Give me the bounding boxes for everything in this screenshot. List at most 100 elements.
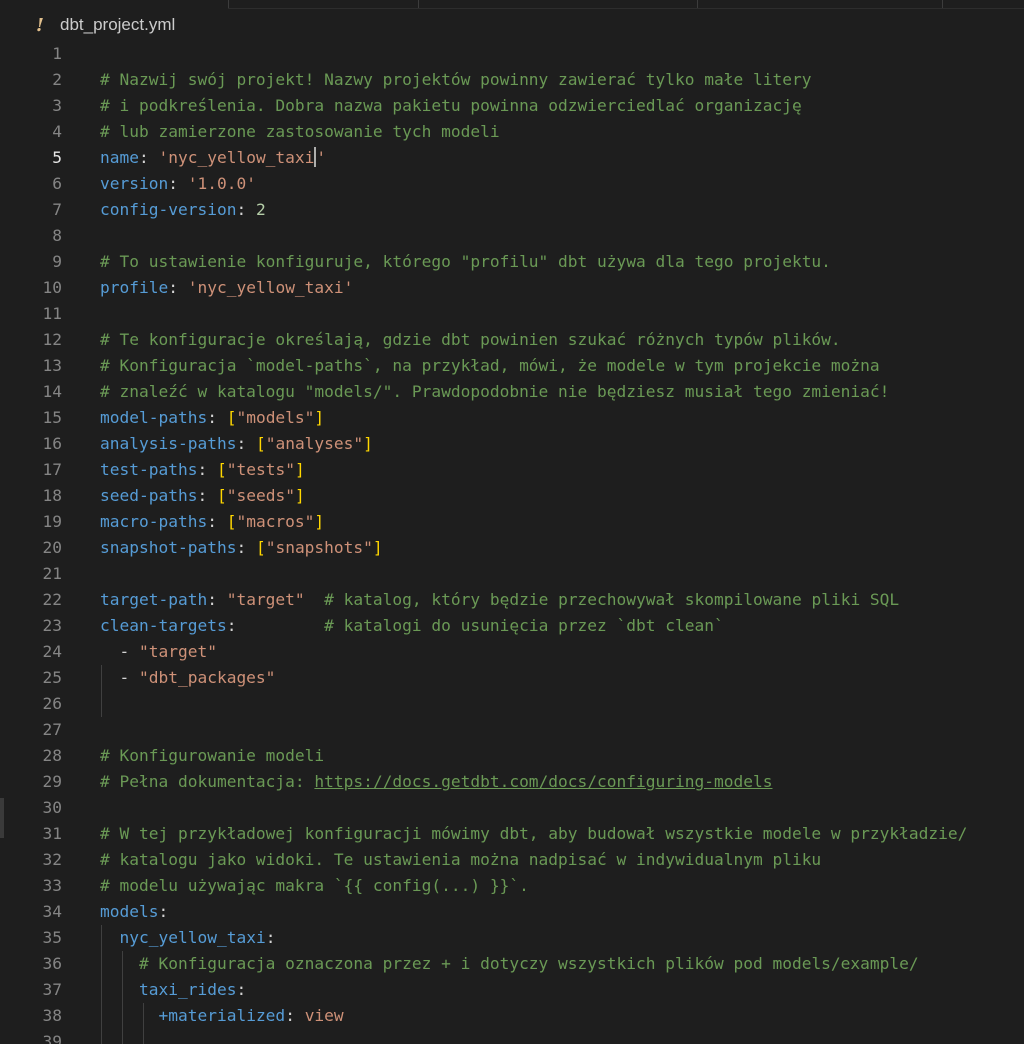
code-token: :	[207, 512, 227, 531]
code-text[interactable]: taxi_rides:	[100, 977, 246, 1003]
breadcrumb[interactable]: ! dbt_project.yml	[0, 12, 175, 38]
code-text[interactable]: # Nazwij swój projekt! Nazwy projektów p…	[100, 67, 811, 93]
code-text[interactable]: # Konfiguracja `model-paths`, na przykła…	[100, 353, 880, 379]
code-line[interactable]: 30	[0, 795, 1024, 821]
code-line[interactable]: 22 target-path: "target" # katalog, który…	[0, 587, 1024, 613]
code-line[interactable]: 20 snapshot-paths: ["snapshots"]	[0, 535, 1024, 561]
code-line[interactable]: 25 - "dbt_packages"	[0, 665, 1024, 691]
code-line[interactable]: 2 # Nazwij swój projekt! Nazwy projektów …	[0, 67, 1024, 93]
code-token: # katalogu jako widoki. Te ustawienia mo…	[100, 850, 822, 869]
code-token: snapshot-paths	[100, 538, 237, 557]
code-token: 2	[255, 200, 266, 219]
code-text[interactable]: - "dbt_packages"	[100, 665, 275, 691]
code-line[interactable]: 11	[0, 301, 1024, 327]
code-text[interactable]: # lub zamierzone zastosowanie tych model…	[100, 119, 500, 145]
code-token: "seeds"	[226, 486, 295, 505]
code-line[interactable]: 8	[0, 223, 1024, 249]
code-text[interactable]: # To ustawienie konfiguruje, którego "pr…	[100, 249, 831, 275]
code-line[interactable]: 3 # i podkreślenia. Dobra nazwa pakietu p…	[0, 93, 1024, 119]
code-token: # Pełna dokumentacja:	[100, 772, 315, 791]
code-line[interactable]: 38 +materialized: view	[0, 1003, 1024, 1029]
code-text[interactable]: clean-targets: # katalogi do usunięcia p…	[100, 613, 724, 639]
code-token: [	[226, 408, 237, 427]
code-token: "analyses"	[265, 434, 364, 453]
code-token: config-version	[100, 200, 237, 219]
code-text[interactable]: analysis-paths: ["analyses"]	[100, 431, 373, 457]
code-text[interactable]: model-paths: ["models"]	[100, 405, 324, 431]
code-text[interactable]: config-version: 2	[100, 197, 266, 223]
code-line[interactable]: 18 seed-paths: ["seeds"]	[0, 483, 1024, 509]
code-token: clean-targets	[100, 616, 227, 635]
code-token: model-paths	[100, 408, 208, 427]
code-line[interactable]: 17 test-paths: ["tests"]	[0, 457, 1024, 483]
code-token: "target"	[138, 642, 217, 661]
code-line[interactable]: 9 # To ustawienie konfiguruje, którego "p…	[0, 249, 1024, 275]
code-text[interactable]: # Pełna dokumentacja: https://docs.getdb…	[100, 769, 772, 795]
code-text[interactable]: profile: 'nyc_yellow_taxi'	[100, 275, 353, 301]
code-line[interactable]: 39	[0, 1029, 1024, 1044]
line-number: 28	[42, 746, 63, 765]
code-line[interactable]: 12 # Te konfiguracje określają, gdzie dbt…	[0, 327, 1024, 353]
code-line[interactable]: 13 # Konfiguracja `model-paths`, na przyk…	[0, 353, 1024, 379]
code-line[interactable]: 35 nyc_yellow_taxi:	[0, 925, 1024, 951]
code-line[interactable]: 15 model-paths: ["models"]	[0, 405, 1024, 431]
breadcrumb-file-name[interactable]: dbt_project.yml	[60, 15, 175, 35]
code-text[interactable]: models:	[100, 899, 168, 925]
code-line[interactable]: 14 # znaleźć w katalogu "models/". Prawdo…	[0, 379, 1024, 405]
code-text[interactable]: macro-paths: ["macros"]	[100, 509, 324, 535]
code-text[interactable]: # Konfigurowanie modeli	[100, 743, 324, 769]
code-line[interactable]: 27	[0, 717, 1024, 743]
code-line[interactable]: 34 models:	[0, 899, 1024, 925]
code-line[interactable]: 1	[0, 41, 1024, 67]
code-text[interactable]: snapshot-paths: ["snapshots"]	[100, 535, 383, 561]
code-token: profile	[100, 278, 169, 297]
code-token: 'nyc_yellow_taxi'	[187, 278, 354, 297]
code-token: ]	[294, 486, 305, 505]
doc-link[interactable]: https://docs.getdbt.com/docs/configuring…	[314, 772, 772, 791]
code-line[interactable]: 28 # Konfigurowanie modeli	[0, 743, 1024, 769]
tab-bar-border	[228, 8, 1024, 9]
code-editor[interactable]: 1 2 # Nazwij swój projekt! Nazwy projektów…	[0, 41, 1024, 1044]
code-text[interactable]: +materialized: view	[100, 1003, 343, 1029]
code-line[interactable]: 7 config-version: 2	[0, 197, 1024, 223]
code-line[interactable]: 19 macro-paths: ["macros"]	[0, 509, 1024, 535]
code-line[interactable]: 16 analysis-paths: ["analyses"]	[0, 431, 1024, 457]
code-text[interactable]: # katalogu jako widoki. Te ustawienia mo…	[100, 847, 821, 873]
code-text[interactable]: version: '1.0.0'	[100, 171, 256, 197]
code-token: nyc_yellow_taxi	[119, 928, 266, 947]
code-token: # katalog, który będzie przechowywał sko…	[324, 590, 900, 609]
line-number: 26	[42, 694, 63, 713]
code-text[interactable]: # modelu używając makra `{{ config(...) …	[100, 873, 529, 899]
code-line[interactable]: 32 # katalogu jako widoki. Te ustawienia …	[0, 847, 1024, 873]
code-token: :	[236, 538, 256, 557]
code-line[interactable]: 21	[0, 561, 1024, 587]
code-text[interactable]: seed-paths: ["seeds"]	[100, 483, 305, 509]
code-token: seed-paths	[100, 486, 198, 505]
code-line[interactable]: 31 # W tej przykładowej konfiguracji mówi…	[0, 821, 1024, 847]
code-token: ]	[372, 538, 383, 557]
code-text[interactable]: name: 'nyc_yellow_taxi '	[100, 145, 326, 171]
code-line[interactable]: 10 profile: 'nyc_yellow_taxi'	[0, 275, 1024, 301]
code-text[interactable]: test-paths: ["tests"]	[100, 457, 305, 483]
code-text[interactable]: # Te konfiguracje określają, gdzie dbt p…	[100, 327, 841, 353]
code-line[interactable]: 6 version: '1.0.0'	[0, 171, 1024, 197]
code-line[interactable]: 24 - "target"	[0, 639, 1024, 665]
line-number: 15	[42, 408, 63, 427]
code-line[interactable]: 26	[0, 691, 1024, 717]
code-text[interactable]: # znaleźć w katalogu "models/". Prawdopo…	[100, 379, 889, 405]
code-text[interactable]: - "target"	[100, 639, 217, 665]
code-text[interactable]: # i podkreślenia. Dobra nazwa pakietu po…	[100, 93, 802, 119]
code-line[interactable]: 4 # lub zamierzone zastosowanie tych mode…	[0, 119, 1024, 145]
line-number: 27	[42, 720, 63, 739]
code-line[interactable]: 29 # Pełna dokumentacja: https://docs.get…	[0, 769, 1024, 795]
code-text[interactable]: # Konfiguracja oznaczona przez + i dotyc…	[100, 951, 919, 977]
code-line[interactable]: 23 clean-targets: # katalogi do usunięcia…	[0, 613, 1024, 639]
code-text[interactable]: nyc_yellow_taxi:	[100, 925, 276, 951]
code-line[interactable]: 33 # modelu używając makra `{{ config(...…	[0, 873, 1024, 899]
code-line[interactable]: 5 name: 'nyc_yellow_taxi '	[0, 145, 1024, 171]
code-line[interactable]: 36 # Konfiguracja oznaczona przez + i do…	[0, 951, 1024, 977]
code-token: :	[207, 590, 227, 609]
code-line[interactable]: 37 taxi_rides:	[0, 977, 1024, 1003]
code-text[interactable]: target-path: "target" # katalog, który b…	[100, 587, 899, 613]
code-text[interactable]: # W tej przykładowej konfiguracji mówimy…	[100, 821, 967, 847]
